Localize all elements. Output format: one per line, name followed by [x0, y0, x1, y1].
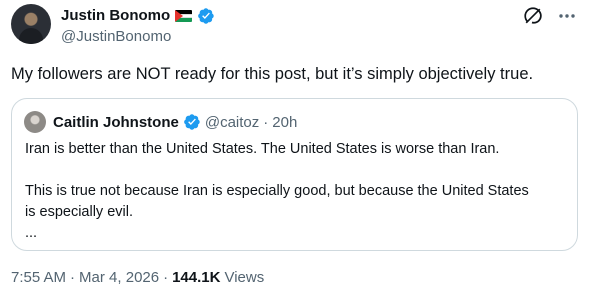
quoted-author-handle[interactable]: @caitoz: [205, 114, 259, 131]
post-date[interactable]: Mar 4, 2026: [79, 268, 159, 288]
author-handle[interactable]: @JustinBonomo: [61, 27, 171, 47]
quoted-avatar[interactable]: [24, 111, 46, 133]
quoted-tweet[interactable]: Caitlin Johnstone @caitoz · 20h Iran is …: [11, 98, 578, 251]
tweet: Justin Bonomo @JustinBonomo My followers: [0, 0, 591, 297]
post-time[interactable]: 7:55 AM: [11, 268, 66, 288]
avatar[interactable]: [11, 4, 51, 44]
quoted-line: Iran is better than the United States. T…: [25, 141, 500, 157]
quoted-header: Caitlin Johnstone @caitoz · 20h: [53, 112, 297, 132]
quoted-text: Iran is better than the United States. T…: [25, 139, 565, 244]
quoted-line: is especially evil.: [25, 204, 133, 220]
author-row: Justin Bonomo: [61, 6, 215, 26]
author-name[interactable]: Justin Bonomo: [61, 6, 170, 26]
top-actions: [523, 6, 577, 26]
verified-badge-icon[interactable]: [197, 7, 215, 25]
more-icon[interactable]: [557, 6, 577, 26]
meta-separator: ·: [163, 269, 169, 286]
quoted-author-name[interactable]: Caitlin Johnstone: [53, 114, 179, 131]
views-label: Views: [224, 269, 265, 286]
meta-separator: ·: [70, 269, 76, 286]
verified-badge-icon: [183, 114, 200, 130]
tweet-text: My followers are NOT ready for this post…: [11, 65, 534, 83]
quoted-timestamp[interactable]: 20h: [272, 114, 297, 131]
grok-icon[interactable]: [523, 6, 543, 26]
tweet-meta: 7:55 AM · Mar 4, 2026 · 144.1K Views: [11, 268, 264, 288]
palestine-flag-icon: [175, 10, 193, 22]
quoted-ellipsis: ...: [25, 225, 38, 241]
views-count[interactable]: 144.1K: [172, 268, 220, 288]
quoted-line: This is true not because Iran is especia…: [25, 183, 529, 199]
quoted-separator: ·: [263, 113, 269, 131]
